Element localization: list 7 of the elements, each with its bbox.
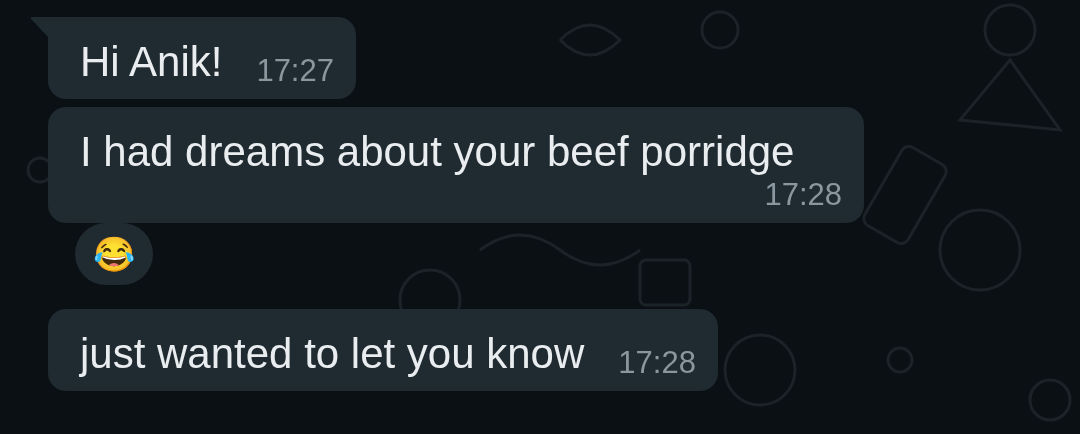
message-text: Hi Anik!	[80, 37, 223, 87]
message-time: 17:27	[255, 53, 334, 89]
message-text: I had dreams about your beef porridge	[80, 127, 795, 177]
message-text: just wanted to let you know	[80, 329, 585, 379]
message-time: 17:28	[617, 345, 696, 381]
emoji-message: 😂	[75, 223, 153, 285]
message-time: 17:28	[763, 177, 842, 213]
